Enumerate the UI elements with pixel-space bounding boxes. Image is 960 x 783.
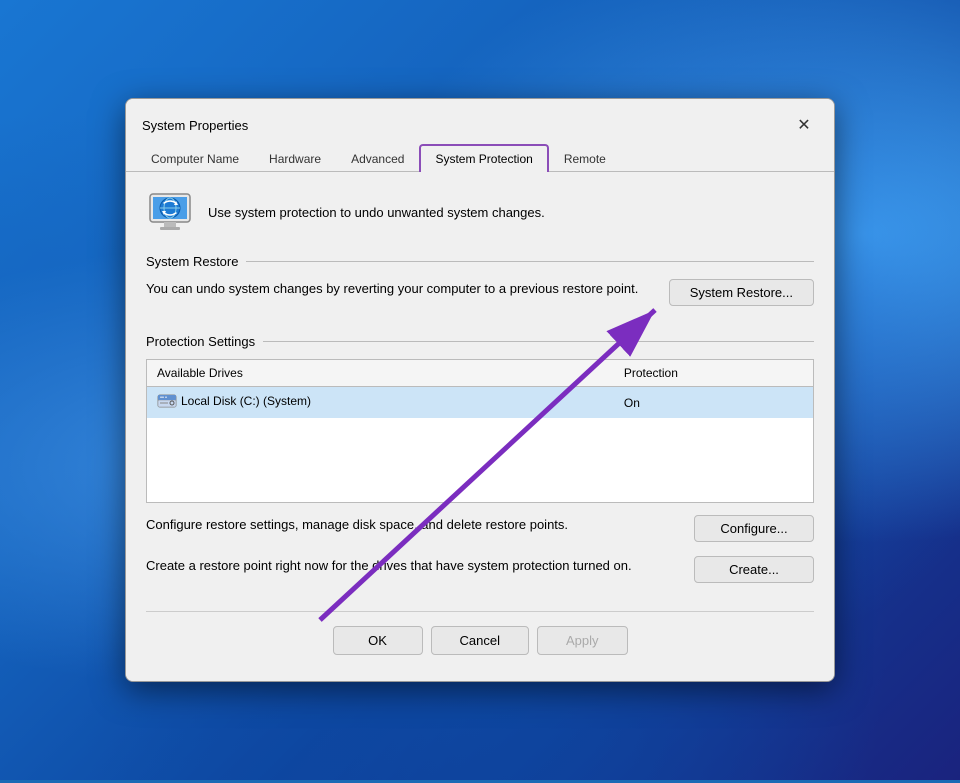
- configure-button[interactable]: Configure...: [694, 515, 814, 542]
- drive-icon-cell: Local Disk (C:) (System): [157, 393, 311, 409]
- system-restore-title: System Restore: [146, 254, 238, 269]
- system-restore-row: You can undo system changes by reverting…: [146, 279, 814, 320]
- drive-cell: Local Disk (C:) (System): [147, 387, 614, 419]
- system-restore-header: System Restore: [146, 254, 814, 269]
- system-restore-description: You can undo system changes by reverting…: [146, 279, 653, 299]
- system-protection-icon: [146, 188, 194, 236]
- tab-advanced[interactable]: Advanced: [336, 145, 419, 172]
- apply-button[interactable]: Apply: [537, 626, 628, 655]
- configure-button-container: Configure...: [694, 515, 814, 542]
- dialog-title: System Properties: [142, 118, 248, 133]
- protection-settings-title: Protection Settings: [146, 334, 255, 349]
- protection-settings-header: Protection Settings: [146, 334, 814, 349]
- tab-computer-name[interactable]: Computer Name: [136, 145, 254, 172]
- create-button[interactable]: Create...: [694, 556, 814, 583]
- section-divider: [246, 261, 814, 262]
- footer-buttons: OK Cancel Apply: [146, 611, 814, 665]
- section-divider-2: [263, 341, 814, 342]
- table-row[interactable]: Local Disk (C:) (System) On: [147, 387, 814, 419]
- system-restore-button[interactable]: System Restore...: [669, 279, 814, 306]
- drive-icon: [157, 393, 177, 409]
- content-area: Use system protection to undo unwanted s…: [126, 172, 834, 681]
- empty-row-2: [147, 446, 814, 474]
- tab-system-protection[interactable]: System Protection: [419, 144, 548, 172]
- header-row: Use system protection to undo unwanted s…: [146, 188, 814, 236]
- ok-button[interactable]: OK: [333, 626, 423, 655]
- cancel-button[interactable]: Cancel: [431, 626, 529, 655]
- empty-row-1: [147, 418, 814, 446]
- create-description: Create a restore point right now for the…: [146, 556, 678, 576]
- empty-row-3: [147, 474, 814, 502]
- title-bar: System Properties ✕: [126, 99, 834, 139]
- system-restore-button-container: System Restore...: [669, 279, 814, 306]
- col-header-drives: Available Drives: [147, 360, 614, 387]
- tab-remote[interactable]: Remote: [549, 145, 621, 172]
- system-properties-dialog: System Properties ✕ Computer Name Hardwa…: [125, 98, 835, 682]
- drives-table: Available Drives Protection: [146, 359, 814, 503]
- create-button-container: Create...: [694, 556, 814, 583]
- configure-description: Configure restore settings, manage disk …: [146, 515, 678, 535]
- system-restore-section: System Restore You can undo system chang…: [146, 254, 814, 320]
- protection-settings-section: Protection Settings Available Drives Pro…: [146, 334, 814, 597]
- configure-row: Configure restore settings, manage disk …: [146, 515, 814, 556]
- protection-cell: On: [614, 387, 814, 419]
- tab-hardware[interactable]: Hardware: [254, 145, 336, 172]
- close-button[interactable]: ✕: [790, 111, 818, 139]
- tab-bar: Computer Name Hardware Advanced System P…: [126, 143, 834, 172]
- header-description: Use system protection to undo unwanted s…: [208, 205, 545, 220]
- create-row: Create a restore point right now for the…: [146, 556, 814, 597]
- col-header-protection: Protection: [614, 360, 814, 387]
